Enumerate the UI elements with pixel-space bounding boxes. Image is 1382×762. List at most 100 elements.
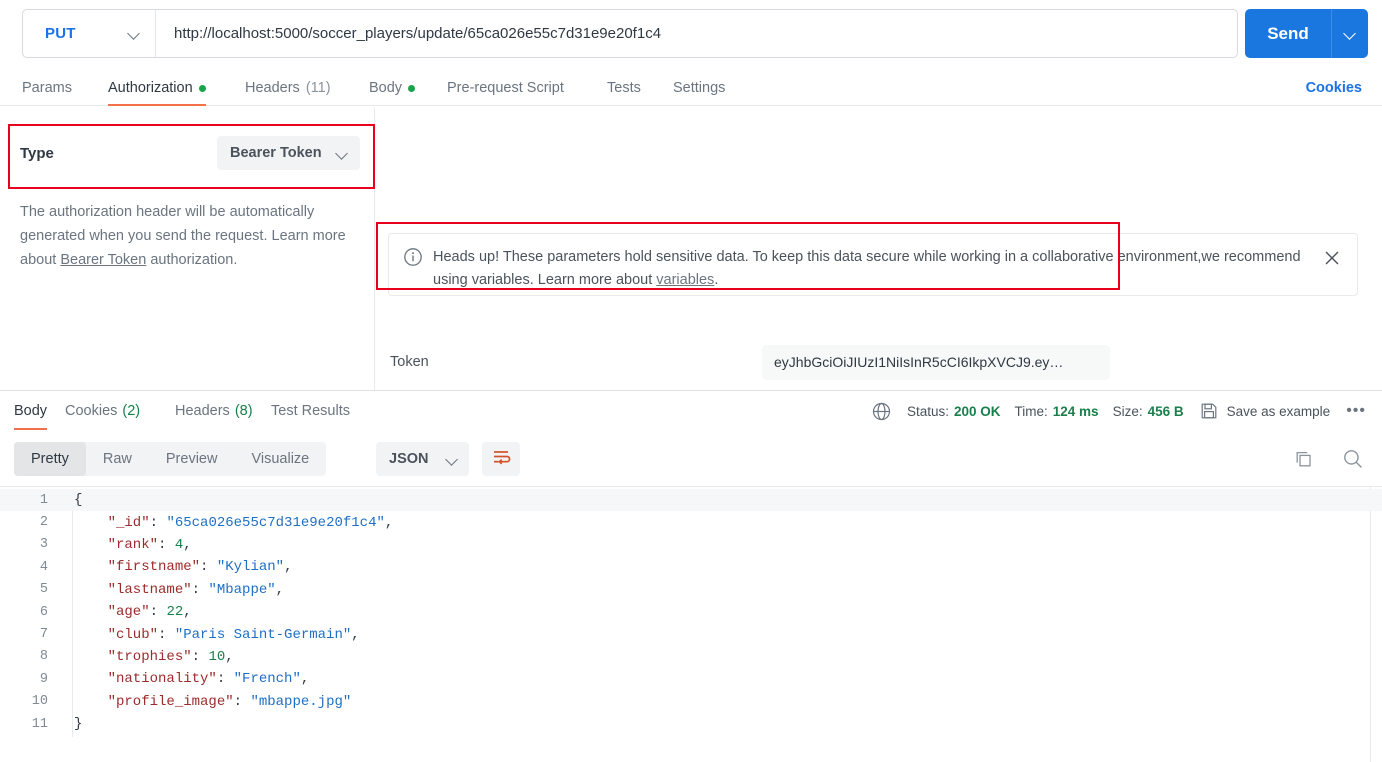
http-method-label: PUT	[45, 25, 76, 42]
word-wrap-button[interactable]	[482, 442, 520, 476]
view-mode-visualize[interactable]: Visualize	[234, 442, 326, 476]
tab-label: Test Results	[271, 403, 350, 419]
code-token: }	[74, 716, 83, 733]
postman-window: PUT http://localhost:5000/soccer_players…	[0, 0, 1382, 762]
line-number: 8	[39, 649, 48, 665]
sensitive-data-banner: Heads up! These parameters hold sensitiv…	[388, 233, 1358, 296]
response-tab-body[interactable]: Body	[14, 392, 48, 430]
tab-body[interactable]: Body	[369, 70, 416, 106]
status-label: Status:	[906, 403, 949, 419]
banner-text: Heads up! These parameters hold sensitiv…	[433, 246, 1321, 292]
code-lines: 1{2 "_id": "65ca026e55c7d31e9e20f1c4", 3 …	[0, 486, 1382, 735]
line-number: 1	[39, 492, 48, 508]
line-number: 10	[31, 694, 48, 710]
size-label: Size:	[1112, 403, 1143, 419]
tab-count: (11)	[305, 80, 331, 96]
code-token: "_id"	[74, 514, 150, 531]
code-token: "rank"	[74, 536, 159, 553]
auth-type-label: Type	[20, 144, 54, 162]
tab-label: Body	[14, 403, 48, 419]
code-token: "65ca026e55c7d31e9e20f1c4"	[166, 514, 385, 531]
auth-help-suffix: authorization.	[146, 252, 238, 268]
auth-help-text: The authorization header will be automat…	[20, 200, 360, 272]
code-line: 6 "age": 22,	[0, 601, 1382, 623]
chevron-down-icon	[336, 147, 349, 160]
token-label: Token	[390, 354, 429, 370]
time-value: 124 ms	[1052, 403, 1099, 419]
response-tab-cookies[interactable]: Cookies (2)	[65, 392, 140, 430]
request-tabs: Params Authorization Headers (11) Body P…	[0, 70, 1382, 106]
word-wrap-icon	[491, 448, 511, 471]
send-button[interactable]: Send	[1245, 9, 1332, 58]
save-as-example-button[interactable]: Save as example	[1198, 400, 1331, 422]
response-size[interactable]: Size: 456 B	[1113, 404, 1184, 419]
line-number: 7	[39, 627, 48, 643]
tab-headers[interactable]: Headers (11)	[245, 70, 331, 106]
size-value: 456 B	[1147, 403, 1184, 419]
code-token: ,	[183, 604, 192, 621]
save-icon	[1198, 400, 1220, 422]
code-line-text: "firstname": "Kylian",	[62, 559, 293, 576]
code-token: ,	[275, 581, 285, 598]
body-format-dropdown[interactable]: JSON	[376, 442, 469, 476]
save-as-example-label: Save as example	[1226, 403, 1331, 419]
chevron-down-icon	[128, 27, 141, 40]
search-icon[interactable]	[1342, 448, 1364, 470]
code-token: ,	[384, 514, 394, 531]
close-icon[interactable]	[1321, 247, 1343, 269]
tab-settings[interactable]: Settings	[673, 70, 725, 106]
view-mode-preview[interactable]: Preview	[149, 442, 235, 476]
code-token: "firstname"	[74, 559, 201, 576]
auth-type-row: Type Bearer Token	[20, 136, 360, 170]
code-token: ,	[183, 536, 192, 553]
code-token: "French"	[233, 671, 301, 688]
line-number: 2	[39, 515, 48, 531]
code-token: "club"	[74, 626, 159, 643]
line-number: 5	[39, 582, 48, 598]
chevron-down-icon	[446, 453, 459, 466]
url-input[interactable]: http://localhost:5000/soccer_players/upd…	[156, 25, 1237, 42]
line-number: 3	[39, 537, 48, 553]
tab-count: (2)	[122, 403, 141, 419]
globe-icon[interactable]	[871, 400, 893, 422]
token-input[interactable]: eyJhbGciOiJIUzI1NiIsInR5cCI6IkpXVCJ9.ey…	[762, 344, 1110, 380]
code-token: ,	[351, 626, 360, 643]
response-time[interactable]: Time: 124 ms	[1015, 404, 1099, 419]
tab-label: Cookies	[65, 403, 118, 419]
tab-pre-request-script[interactable]: Pre-request Script	[447, 70, 564, 106]
code-token: "lastname"	[74, 581, 192, 598]
send-options-button[interactable]	[1332, 9, 1368, 58]
code-token: 4	[174, 536, 184, 553]
response-tab-headers[interactable]: Headers (8)	[175, 392, 253, 430]
auth-type-panel: Type Bearer Token The authorization head…	[0, 107, 374, 390]
response-body-code[interactable]: 1{2 "_id": "65ca026e55c7d31e9e20f1c4", 3 …	[0, 486, 1382, 762]
code-token: {	[74, 492, 83, 509]
code-token: "profile_image"	[74, 693, 234, 710]
tab-count: (8)	[234, 403, 253, 419]
url-input-box: PUT http://localhost:5000/soccer_players…	[22, 9, 1238, 58]
view-mode-raw[interactable]: Raw	[86, 442, 149, 476]
tab-label: Authorization	[108, 80, 193, 96]
code-line-text: "nationality": "French",	[62, 671, 310, 688]
copy-icon[interactable]	[1292, 448, 1314, 470]
tab-params[interactable]: Params	[22, 70, 72, 106]
http-method-dropdown[interactable]: PUT	[23, 10, 156, 57]
tab-authorization[interactable]: Authorization	[108, 70, 206, 106]
status-code[interactable]: Status: 200 OK	[907, 404, 1001, 419]
view-mode-pretty[interactable]: Pretty	[14, 442, 86, 476]
code-line: 10 "profile_image": "mbappe.jpg"	[0, 691, 1382, 713]
code-token: "Kylian"	[216, 559, 285, 576]
code-line: 11}	[0, 713, 1382, 735]
auth-type-dropdown[interactable]: Bearer Token	[217, 136, 360, 170]
cookies-link[interactable]: Cookies	[1306, 70, 1362, 106]
more-options-icon[interactable]: •••	[1344, 402, 1368, 420]
bearer-token-link[interactable]: Bearer Token	[60, 252, 146, 268]
tab-label: Headers	[245, 80, 300, 96]
code-token: ,	[284, 559, 293, 576]
variables-link[interactable]: variables	[656, 272, 714, 288]
tab-tests[interactable]: Tests	[607, 70, 641, 106]
code-line: 5 "lastname": "Mbappe",	[0, 579, 1382, 601]
response-tab-test-results[interactable]: Test Results	[271, 392, 350, 430]
code-token: :	[191, 581, 209, 598]
request-url-row: PUT http://localhost:5000/soccer_players…	[0, 0, 1382, 68]
